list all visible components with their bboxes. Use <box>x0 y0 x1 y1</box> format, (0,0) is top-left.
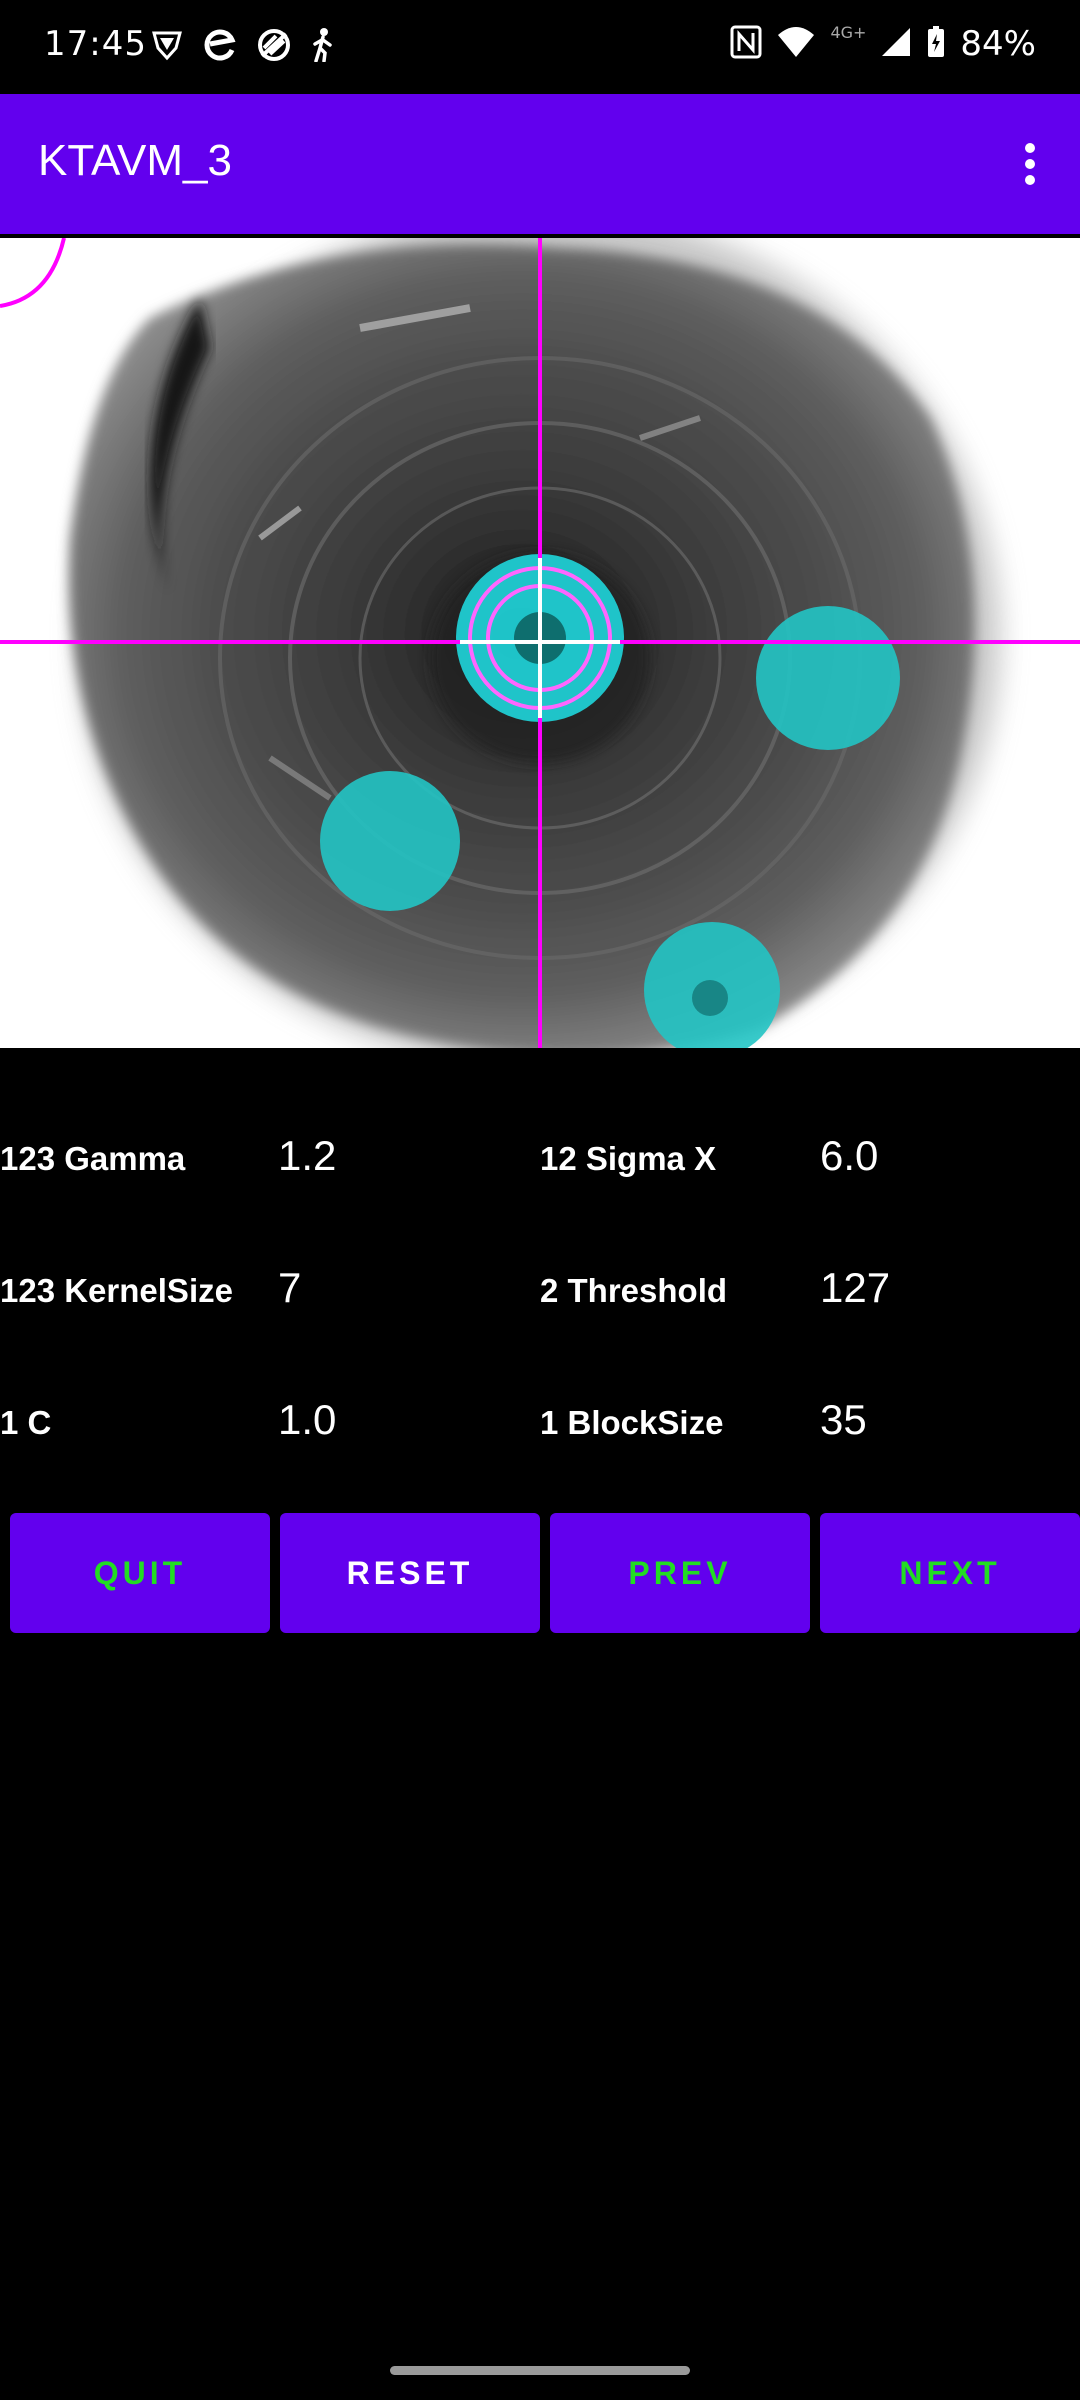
reset-button[interactable]: RESET <box>280 1513 540 1633</box>
kernel-size-label: 123 KernelSize <box>0 1272 233 1309</box>
battery-charging-icon <box>926 25 946 63</box>
more-vert-icon <box>1025 143 1035 185</box>
threshold-label: 2 Threshold <box>540 1272 728 1309</box>
nfc-icon <box>730 25 762 63</box>
c-value[interactable]: 1.0 <box>278 1396 336 1444</box>
more-options-button[interactable] <box>988 122 1072 206</box>
network-type: 4G+ <box>830 22 867 42</box>
wifi-icon <box>776 25 816 63</box>
gamma-label: 123 Gamma <box>0 1140 186 1177</box>
quit-button[interactable]: QUIT <box>10 1513 270 1633</box>
kernel-size-value[interactable]: 7 <box>278 1264 301 1312</box>
sigma-x-value[interactable]: 6.0 <box>820 1132 878 1180</box>
camera-image <box>0 238 1080 1048</box>
prev-button[interactable]: PREV <box>550 1513 810 1633</box>
block-size-label: 1 BlockSize <box>540 1404 724 1441</box>
app-root: 17:45 4G+ 84% KTAVM_3 123 Gamma 1.2 12 S… <box>0 0 1080 2400</box>
status-bar: 17:45 4G+ 84% <box>0 0 1080 94</box>
cell-signal-icon <box>880 26 912 62</box>
sigma-x-label: 12 Sigma X <box>540 1140 717 1177</box>
status-time: 17:45 <box>44 24 147 64</box>
status-left-icons <box>150 28 336 66</box>
app-title: KTAVM_3 <box>38 136 232 185</box>
gamma-value[interactable]: 1.2 <box>278 1132 336 1180</box>
edge-icon <box>202 28 238 66</box>
no-sync-icon <box>256 28 292 66</box>
next-button[interactable]: NEXT <box>820 1513 1080 1633</box>
c-label: 1 C <box>0 1404 52 1441</box>
block-size-value[interactable]: 35 <box>820 1396 867 1444</box>
camera-preview[interactable] <box>0 238 1080 1048</box>
threshold-value[interactable]: 127 <box>820 1264 890 1312</box>
battery-percent: 84% <box>960 24 1036 64</box>
home-indicator[interactable] <box>390 2366 690 2375</box>
app-bar: KTAVM_3 <box>0 94 1080 234</box>
status-right-icons: 4G+ 84% <box>730 22 1036 64</box>
shield-icon <box>150 28 184 66</box>
walking-icon <box>310 28 336 66</box>
